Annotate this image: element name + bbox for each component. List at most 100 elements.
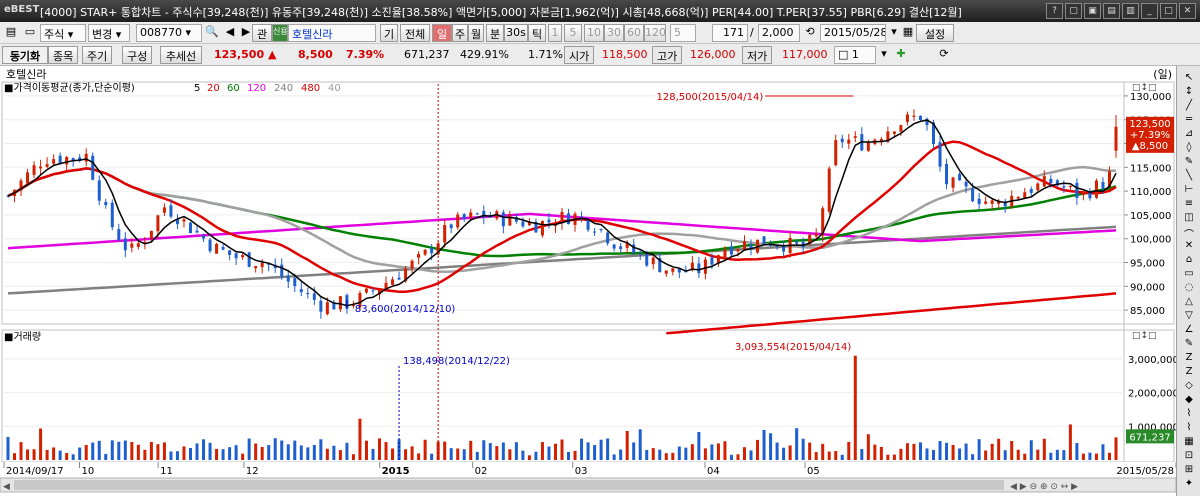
candle-body [280,264,284,277]
cycle-button[interactable]: 주기 [82,46,112,64]
channel-icon[interactable]: ≡ [1181,198,1197,212]
gi-button[interactable]: 기 [380,24,398,42]
diamond3-icon[interactable]: ◆ [1181,394,1197,408]
gwan-button[interactable]: 관 [252,24,272,42]
volume-bar [462,449,466,460]
pen-icon[interactable]: ✎ [1181,156,1197,170]
star-icon[interactable]: ✦ [1181,478,1197,492]
maximize-icon[interactable]: □ [1160,3,1177,19]
total-input[interactable]: 2,000 [758,24,800,42]
screen-icon[interactable]: ▭ [22,25,38,41]
candle-body [156,215,160,232]
interval-input[interactable]: 5 [670,24,696,42]
volume-bar [71,454,75,460]
items-button[interactable]: 종목 [48,46,78,64]
all-button[interactable]: 전체 [400,24,430,42]
candle-body [814,233,818,237]
change-select[interactable]: 변경 ▾ [88,24,130,42]
candle-body [325,302,329,315]
interval-60[interactable]: 60 [624,24,644,42]
date-tick-label: 03 [575,466,588,477]
period-tick-tab[interactable]: 틱 [528,24,546,42]
fibo-z-icon[interactable]: Z [1181,352,1197,366]
layout4-icon[interactable]: ▥ [1122,3,1139,19]
layout3-icon[interactable]: ▤ [1103,3,1120,19]
count-separator: / [750,26,754,39]
settings-button[interactable]: 설정 [916,24,954,42]
frame-icon[interactable]: ⊡ [1181,450,1197,464]
trendline-icon[interactable]: ╱ [1181,100,1197,114]
arc-icon[interactable]: ⌒ [1181,226,1197,241]
volume-bar [19,442,23,460]
cursor-icon[interactable]: ↖ [1181,72,1197,86]
calendar-icon[interactable]: ▦ [900,25,916,41]
layout1-icon[interactable]: ▢ [1065,3,1082,19]
interval-1[interactable]: 1 [548,24,562,42]
ma-legend-480: 480 [301,83,320,94]
angle-icon[interactable]: ∠ [1181,324,1197,338]
date-input[interactable]: 2015/05/28 [820,24,886,42]
period-week-tab[interactable]: 주 [452,24,468,42]
volume-bar [1029,440,1033,460]
period-min-tab[interactable]: 분 [486,24,504,42]
interval-10[interactable]: 10 [584,24,604,42]
prev-arrow-icon[interactable]: ◀ [222,25,238,41]
compose-button[interactable]: 구성 [122,46,152,64]
crosshair-icon[interactable]: ↕ [1181,86,1197,100]
volume-bar [580,438,584,460]
trendline-button[interactable]: 추세선 [160,46,202,64]
triangle-icon[interactable]: ⊿ [1181,128,1197,142]
draw-icon[interactable]: ✎ [1181,338,1197,352]
stock-code-input[interactable]: 008770 ▾ [136,24,202,42]
interval-30[interactable]: 30 [604,24,624,42]
stock-chart[interactable]: 130,000125,000120,000115,000110,000105,0… [0,80,1176,496]
spin-input[interactable]: □ 1 [834,46,876,64]
wave2-icon[interactable]: ⌇ [1181,422,1197,436]
count-input[interactable]: 171 [712,24,748,42]
horizontal-icon[interactable]: ═ [1181,114,1197,128]
add-indicator-icon[interactable]: ✚ [893,47,909,63]
interval-120[interactable]: 120 [644,24,666,42]
refresh-icon[interactable]: ⟲ [802,25,818,41]
market-select[interactable]: 주식 ▾ [40,24,86,42]
scrollbar-thumb [14,480,1004,490]
spin-dropdown-icon[interactable]: ▾ [876,47,892,63]
candle [456,212,460,230]
ma-legend-120: 120 [247,83,266,94]
volume-bar [469,440,473,460]
up-icon[interactable]: △ [1181,296,1197,310]
help-icon[interactable]: ? [1046,3,1063,19]
date-tick-label: 05 [807,466,820,477]
period-30s-tab[interactable]: 30s [504,24,528,42]
diagonal-icon[interactable]: ╲ [1181,170,1197,184]
period-day-tab[interactable]: 일 [432,24,452,42]
volume-bar [723,441,727,460]
delete-icon[interactable]: ✕ [1181,240,1197,254]
home-icon[interactable]: ⌂ [1181,254,1197,268]
interval-5[interactable]: 5 [564,24,582,42]
chart-type-icon[interactable]: ▤ [3,25,19,41]
reload-icon[interactable]: ⟳ [936,47,952,63]
stock-name-field[interactable]: 호텔신라 [288,24,376,42]
diamond-icon[interactable]: ◊ [1181,142,1197,156]
volume-bar [78,447,82,460]
search-icon[interactable]: 🔍 [204,25,220,41]
diamond2-icon[interactable]: ◇ [1181,380,1197,394]
down-icon[interactable]: ▽ [1181,310,1197,324]
circle-icon[interactable]: ◌ [1181,282,1197,296]
sync-button[interactable]: 동기화 [2,46,48,64]
volume-bar [925,448,929,460]
fibo-z2-icon[interactable]: Z [1181,366,1197,380]
cross-icon[interactable]: ⊞ [1181,464,1197,478]
period-month-tab[interactable]: 월 [468,24,484,42]
box-icon[interactable]: ◫ [1181,212,1197,226]
minimize-icon[interactable]: _ [1141,3,1158,19]
grid-icon[interactable]: ▦ [1181,436,1197,450]
close-icon[interactable]: ✕ [1179,3,1196,19]
layout2-icon[interactable]: ▣ [1084,3,1101,19]
wave-icon[interactable]: ⌇ [1181,408,1197,422]
candle-body [827,168,831,212]
candle-body [182,219,186,222]
ray-icon[interactable]: ⊢ [1181,184,1197,198]
rect-icon[interactable]: ▭ [1181,268,1197,282]
